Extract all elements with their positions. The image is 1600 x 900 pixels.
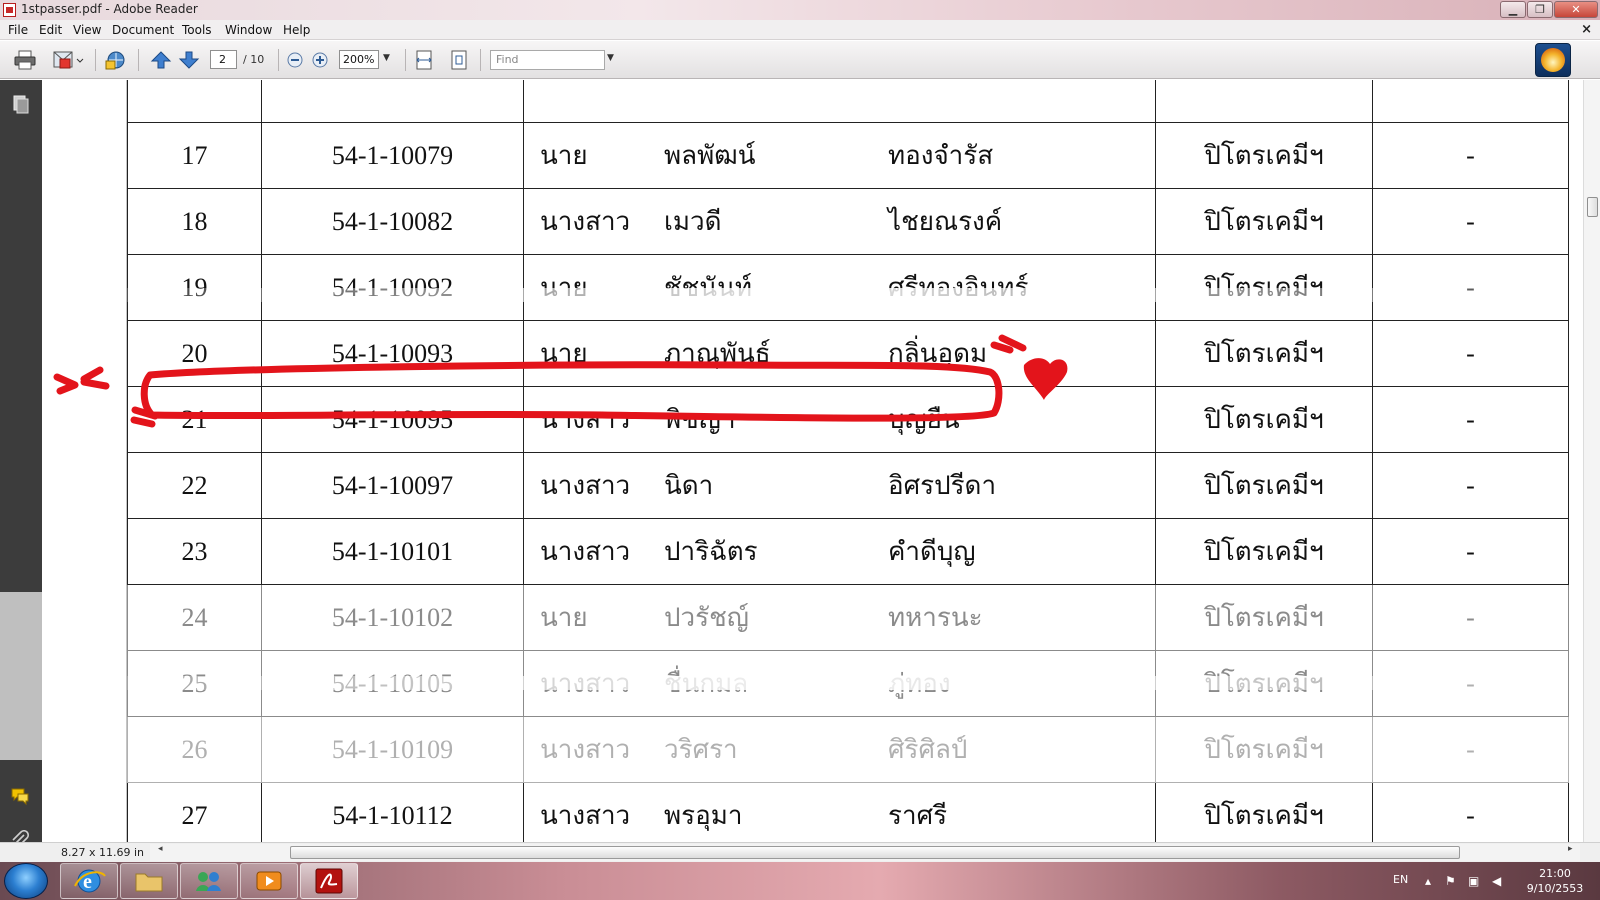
- pages-icon[interactable]: [10, 94, 30, 114]
- next-page-icon[interactable]: [178, 50, 200, 70]
- page-total: / 10: [243, 53, 265, 66]
- print-icon[interactable]: [14, 50, 36, 70]
- previous-page-icon[interactable]: [150, 50, 172, 70]
- menu-view[interactable]: View: [73, 23, 101, 37]
- menu-file[interactable]: File: [8, 23, 28, 37]
- taskbar-adobe-reader[interactable]: [300, 863, 358, 899]
- volume-icon[interactable]: ◀: [1492, 874, 1501, 888]
- messenger-icon: [196, 872, 221, 891]
- menu-edit[interactable]: Edit: [39, 23, 62, 37]
- action-center-flag-icon[interactable]: ⚑: [1445, 874, 1456, 888]
- folder-icon: [135, 873, 163, 892]
- clock-date: 9/10/2553: [1526, 882, 1584, 895]
- close-button[interactable]: ✕: [1554, 1, 1598, 18]
- network-icon[interactable]: ▣: [1468, 874, 1479, 888]
- windows-start-button[interactable]: [4, 863, 48, 899]
- fit-page-icon[interactable]: [448, 50, 470, 70]
- status-bar: 8.27 x 11.69 in ◂ ▸: [0, 842, 1600, 862]
- clock-time: 21:00: [1539, 867, 1571, 880]
- page-number-input[interactable]: 2: [210, 50, 237, 69]
- toolbar-separator: [95, 49, 96, 71]
- taskbar: e EN ▴ ⚑ ▣ ◀ 21:00 9/10/2553: [0, 862, 1600, 900]
- menu-window[interactable]: Window: [225, 23, 272, 37]
- taskbar-media-player[interactable]: [240, 863, 298, 899]
- zoom-level-select[interactable]: 200%: [339, 50, 379, 69]
- navigation-panel-lower: [0, 592, 42, 760]
- window-title: 1stpasser.pdf - Adobe Reader: [21, 2, 198, 16]
- navigation-panel: [0, 80, 42, 862]
- find-input[interactable]: Find: [490, 50, 605, 70]
- page-size-label: 8.27 x 11.69 in: [61, 846, 145, 859]
- zoom-out-icon[interactable]: [286, 50, 304, 70]
- toolbar-separator: [278, 49, 279, 71]
- toolbar-separator: [405, 49, 406, 71]
- close-document-button[interactable]: ×: [1581, 22, 1592, 37]
- find-dropdown-arrow-icon[interactable]: ▼: [607, 53, 614, 63]
- document-view[interactable]: 17 54-1-10079 นาย พลพัฒน์ ทองจำรัส ปิโตรเค…: [42, 80, 1583, 842]
- pdf-app-icon: [3, 3, 16, 17]
- vertical-scrollbar[interactable]: [1583, 80, 1600, 845]
- toolbar: 2 / 10 200% ▼ Find ▼: [0, 41, 1600, 79]
- taskbar-internet-explorer[interactable]: e: [60, 863, 118, 899]
- scroll-right-arrow-icon[interactable]: ▸: [1568, 844, 1573, 854]
- show-hidden-icons-icon[interactable]: ▴: [1425, 874, 1431, 888]
- adobe-reader-icon: [315, 868, 343, 894]
- zoom-in-icon[interactable]: [311, 50, 329, 70]
- horizontal-scrollbar[interactable]: ◂ ▸: [150, 844, 1580, 861]
- heart-icon: [1023, 358, 1068, 400]
- scroll-left-arrow-icon[interactable]: ◂: [158, 844, 163, 854]
- comments-icon[interactable]: [10, 786, 30, 806]
- zoom-dropdown-arrow-icon[interactable]: ▼: [383, 53, 390, 63]
- toolbar-separator: [480, 49, 481, 71]
- menu-document[interactable]: Document: [112, 23, 174, 37]
- adobe-logo: [1535, 43, 1571, 77]
- language-indicator[interactable]: EN: [1393, 873, 1408, 886]
- taskbar-messenger[interactable]: [180, 863, 238, 899]
- internet-explorer-icon: e: [74, 869, 106, 893]
- menu-bar: File Edit View Document Tools Window Hel…: [0, 20, 1600, 40]
- collaborate-icon[interactable]: [104, 50, 128, 70]
- menu-tools[interactable]: Tools: [182, 23, 212, 37]
- toolbar-separator: [138, 49, 139, 71]
- system-clock[interactable]: 21:00 9/10/2553: [1520, 866, 1590, 896]
- horizontal-scroll-thumb[interactable]: [290, 846, 1460, 859]
- media-player-icon: [256, 871, 282, 891]
- menu-help[interactable]: Help: [283, 23, 310, 37]
- maximize-button[interactable]: ❐: [1527, 1, 1553, 18]
- vertical-scroll-thumb[interactable]: [1587, 197, 1598, 217]
- fit-width-icon[interactable]: [413, 50, 435, 70]
- taskbar-file-explorer[interactable]: [120, 863, 178, 899]
- title-bar: 1stpasser.pdf - Adobe Reader ▁ ❐ ✕: [0, 0, 1600, 20]
- email-icon[interactable]: [52, 50, 84, 70]
- red-circle-annotation: [53, 334, 1068, 428]
- minimize-button[interactable]: ▁: [1500, 1, 1526, 18]
